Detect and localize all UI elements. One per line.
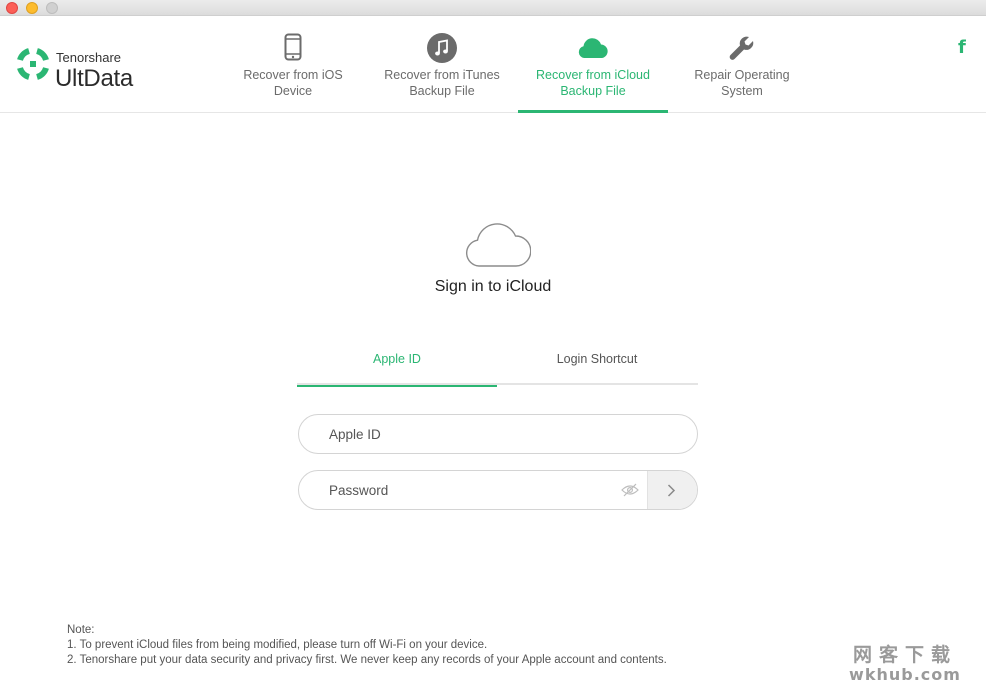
- tab-repair-operating-system[interactable]: Repair Operating System: [667, 17, 817, 113]
- facebook-icon[interactable]: f: [958, 37, 966, 58]
- minimize-window-button[interactable]: [26, 2, 38, 14]
- signin-title: Sign in to iCloud: [434, 278, 552, 295]
- wrench-icon: [729, 36, 754, 60]
- tab-label: Repair Operating System: [694, 68, 790, 98]
- tab-recover-from-icloud-backup[interactable]: Recover from iCloud Backup File: [518, 17, 668, 113]
- show-password-icon[interactable]: [621, 483, 639, 497]
- tab-recover-from-ios-device[interactable]: Recover from iOS Device: [218, 17, 368, 113]
- tab-label: Recover from iOS Device: [243, 68, 343, 98]
- close-window-button[interactable]: [6, 2, 18, 14]
- brand-company: Tenorshare: [56, 50, 122, 65]
- cloud-icon: [578, 38, 608, 58]
- password-field-container: [298, 470, 698, 510]
- ultdata-logo-icon: [17, 48, 49, 80]
- note-line-1: 1. To prevent iCloud files from being mo…: [67, 639, 488, 651]
- zoom-window-button[interactable]: [46, 2, 58, 14]
- signin-method-tabs: Apple ID Login Shortcut: [297, 340, 698, 387]
- watermark: 网客下载 wkhub.com: [845, 640, 965, 684]
- music-note-icon: [427, 33, 457, 63]
- chevron-right-icon: [667, 484, 676, 497]
- note-line-2: 2. Tenorshare put your data security and…: [67, 654, 667, 666]
- tab-apple-id[interactable]: Apple ID: [297, 340, 497, 387]
- tab-login-shortcut[interactable]: Login Shortcut: [497, 340, 697, 385]
- password-input[interactable]: [329, 471, 629, 509]
- brand-product: UltData: [55, 65, 133, 92]
- watermark-line-1: 网客下载: [852, 644, 957, 666]
- app-header: Tenorshare UltData Recover from iOS Devi…: [0, 17, 986, 113]
- note-section: Note: 1. To prevent iCloud files from be…: [67, 623, 667, 668]
- icloud-outline-icon: [465, 223, 531, 267]
- phone-icon: [284, 33, 302, 61]
- apple-id-input[interactable]: [329, 415, 629, 453]
- signin-submit-button[interactable]: [647, 471, 697, 509]
- note-heading: Note:: [67, 624, 95, 636]
- tab-label: Recover from iCloud Backup File: [536, 68, 650, 98]
- tab-label: Recover from iTunes Backup File: [384, 68, 500, 98]
- watermark-line-2: wkhub.com: [849, 665, 961, 684]
- apple-id-field-container: [298, 414, 698, 454]
- window-titlebar: [0, 0, 986, 16]
- tab-recover-from-itunes-backup[interactable]: Recover from iTunes Backup File: [367, 17, 517, 113]
